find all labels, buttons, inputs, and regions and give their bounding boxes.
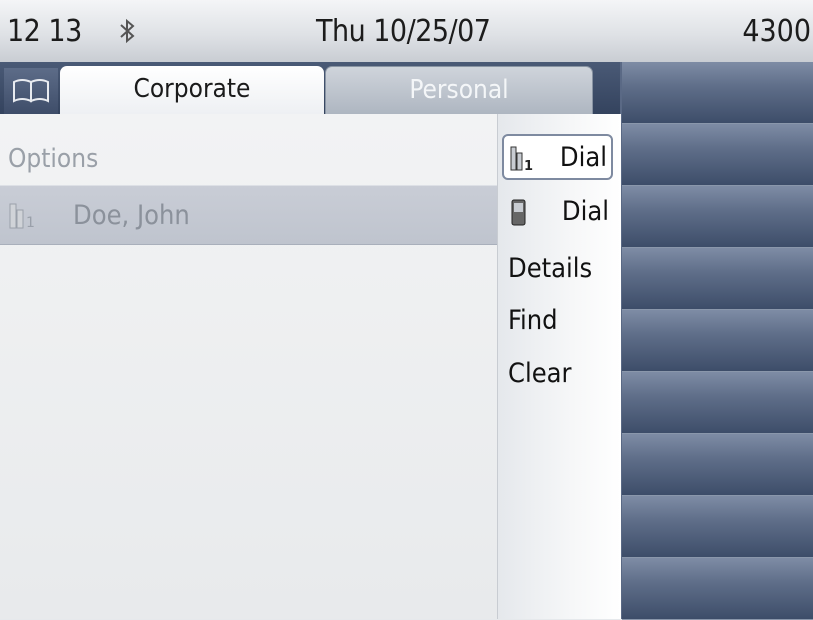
menu-item-dial-mobile[interactable]: Dial [502, 190, 613, 236]
menu-item-clear[interactable]: Clear [502, 352, 613, 398]
menu-item-dial-office[interactable]: 1 Dial [502, 134, 613, 180]
options-menu: 1 Dial Dial Details Find Clear [497, 114, 621, 619]
panel-row [622, 62, 813, 124]
mobile-phone-icon [511, 199, 526, 226]
menu-item-find[interactable]: Find [502, 299, 613, 345]
options-label: Options [8, 144, 99, 174]
menu-item-label: Dial [559, 142, 607, 173]
panel-row [622, 496, 813, 558]
date: Thu 10/25/07 [316, 14, 491, 49]
panel-row [622, 310, 813, 372]
svg-text:1: 1 [26, 215, 35, 230]
menu-item-label: Find [508, 305, 558, 336]
panel-row [622, 558, 813, 620]
tab-corporate[interactable]: Corporate [60, 66, 324, 114]
tab-bar: Corporate Personal [0, 62, 620, 114]
panel-row [622, 248, 813, 310]
tab-personal[interactable]: Personal [325, 66, 593, 114]
contact-name: Doe, John [73, 200, 190, 231]
svg-text:1: 1 [524, 159, 533, 172]
phonebook-content: Options 1 Doe, John [0, 114, 497, 619]
phone-extension: 4300 [742, 14, 811, 49]
book-icon [13, 79, 49, 103]
panel-row [622, 186, 813, 248]
bluetooth-icon [120, 18, 135, 44]
menu-item-label: Details [508, 253, 593, 284]
right-decorative-panel [620, 62, 813, 620]
status-bar: 12 13 Thu 10/25/07 4300 [0, 0, 813, 63]
office-phone-1-icon: 1 [510, 146, 533, 172]
clock-time: 12 13 [7, 14, 82, 49]
panel-row [622, 434, 813, 496]
menu-item-details[interactable]: Details [502, 247, 613, 293]
panel-row [622, 372, 813, 434]
menu-item-label: Clear [508, 358, 572, 389]
office-phone-1-icon: 1 [9, 203, 35, 230]
list-item[interactable]: 1 Doe, John [0, 185, 497, 245]
menu-item-label: Dial [561, 196, 609, 227]
phonebook-tab[interactable] [4, 68, 58, 114]
panel-row [622, 124, 813, 186]
